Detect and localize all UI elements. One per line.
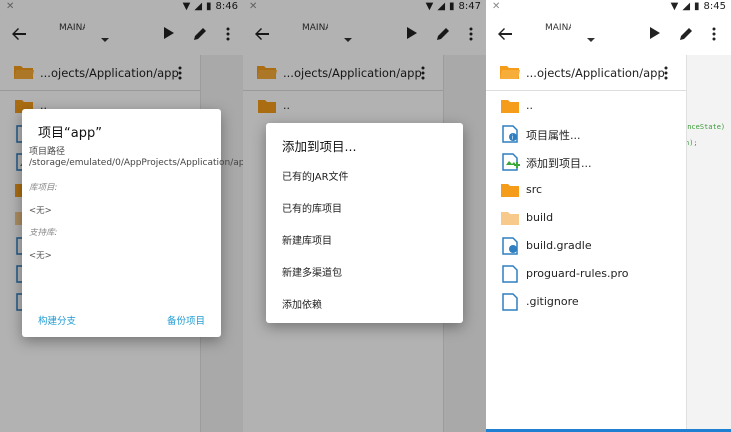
code-snippet: n); bbox=[686, 139, 698, 147]
menu-item-add-dependency[interactable]: 添加依赖 bbox=[282, 296, 322, 311]
list-item[interactable]: proguard-rules.pro bbox=[486, 260, 686, 288]
more-vert-icon[interactable] bbox=[664, 66, 668, 80]
file-name: build.gradle bbox=[526, 239, 592, 252]
back-arrow-icon[interactable] bbox=[497, 26, 513, 42]
run-icon[interactable] bbox=[650, 27, 660, 39]
status-time: 8:45 bbox=[703, 1, 726, 12]
menu-item-new-flavor[interactable]: 新建多渠道包 bbox=[282, 264, 342, 279]
support-library-value: <无> bbox=[29, 251, 52, 261]
project-info-dialog: 项目“app” 项目路径 /storage/emulated/0/AppProj… bbox=[22, 109, 243, 337]
signal-icon: ◢ bbox=[682, 1, 691, 12]
library-label: 库项目: bbox=[29, 183, 58, 193]
add-to-project-dialog: 添加到项目... 已有的JAR文件 已有的库项目 新建库项目 新建多渠道包 添加… bbox=[266, 123, 463, 323]
add-to-project-icon bbox=[502, 153, 520, 171]
screen-add-to-project: ✕ ▼ ◢ ▮ 8:47 MAINACTIVI ...ojects/Applic… bbox=[243, 0, 486, 432]
pencil-icon[interactable] bbox=[678, 26, 694, 42]
file-name: 项目属性... bbox=[526, 129, 581, 142]
menu-item-new-library[interactable]: 新建库项目 bbox=[282, 232, 332, 247]
folder-icon bbox=[501, 212, 519, 225]
wifi-icon: ▼ bbox=[670, 1, 679, 12]
file-list: .. i 项目属性... 添加到项目... src build build.gr… bbox=[486, 92, 686, 316]
code-snippet: anceState) bbox=[686, 123, 726, 131]
backup-project-button[interactable]: 备份项目 bbox=[167, 313, 205, 327]
project-properties-icon: i bbox=[502, 125, 518, 143]
list-item[interactable]: build.gradle bbox=[486, 232, 686, 260]
file-name: 添加到项目... bbox=[526, 157, 592, 170]
file-icon bbox=[502, 265, 518, 283]
file-name: .. bbox=[526, 99, 533, 112]
support-library-label: 支持库: bbox=[29, 228, 58, 238]
file-name: proguard-rules.pro bbox=[526, 267, 629, 280]
status-icons: ▼ ◢ ▮ 8:45 bbox=[671, 1, 726, 12]
current-path: ...ojects/Application/app bbox=[526, 66, 665, 80]
folder-icon bbox=[501, 100, 519, 113]
project-path: 项目路径 /storage/emulated/0/AppProjects/App… bbox=[29, 147, 243, 168]
list-item[interactable]: src bbox=[486, 176, 686, 204]
folder-open-icon bbox=[500, 66, 520, 79]
file-name: build bbox=[526, 211, 554, 224]
screen-file-browser: ✕ ▼ ◢ ▮ 8:45 MAINACTIVI ...ojects/Applic… bbox=[486, 0, 731, 432]
editor-pane: anceState) n); bbox=[686, 55, 731, 432]
status-bar: ✕ ▼ ◢ ▮ 8:45 bbox=[486, 0, 731, 15]
gradle-file-icon bbox=[502, 237, 518, 255]
toolbar: MAINACTIVI bbox=[486, 15, 731, 55]
file-icon bbox=[502, 293, 518, 311]
dialog-title: 添加到项目... bbox=[282, 139, 357, 154]
folder-icon bbox=[501, 184, 519, 197]
dialog-title: 项目“app” bbox=[38, 126, 102, 141]
list-item[interactable]: .. bbox=[486, 92, 686, 120]
library-value: <无> bbox=[29, 206, 52, 216]
file-name: src bbox=[526, 183, 543, 196]
battery-icon: ▮ bbox=[694, 1, 700, 12]
file-name: .gitignore bbox=[526, 295, 579, 308]
chevron-down-icon[interactable] bbox=[587, 38, 595, 42]
screen-project-info: ✕ ▼ ◢ ▮ 8:46 MAINACTIVI ...ojects/Applic… bbox=[0, 0, 243, 432]
more-vert-icon[interactable] bbox=[712, 27, 716, 41]
menu-item-existing-library[interactable]: 已有的库项目 bbox=[282, 200, 342, 215]
list-item[interactable]: build bbox=[486, 204, 686, 232]
toolbar-title[interactable]: MAINACTIVI bbox=[545, 23, 571, 55]
menu-item-existing-jar[interactable]: 已有的JAR文件 bbox=[282, 168, 349, 183]
three-screens: ✕ ▼ ◢ ▮ 8:46 MAINACTIVI ...ojects/Applic… bbox=[0, 0, 731, 432]
list-item[interactable]: .gitignore bbox=[486, 288, 686, 316]
list-item[interactable]: 添加到项目... bbox=[486, 148, 686, 176]
list-item[interactable]: i 项目属性... bbox=[486, 120, 686, 148]
build-branch-button[interactable]: 构建分支 bbox=[38, 313, 76, 327]
close-notification-icon: ✕ bbox=[492, 1, 501, 12]
